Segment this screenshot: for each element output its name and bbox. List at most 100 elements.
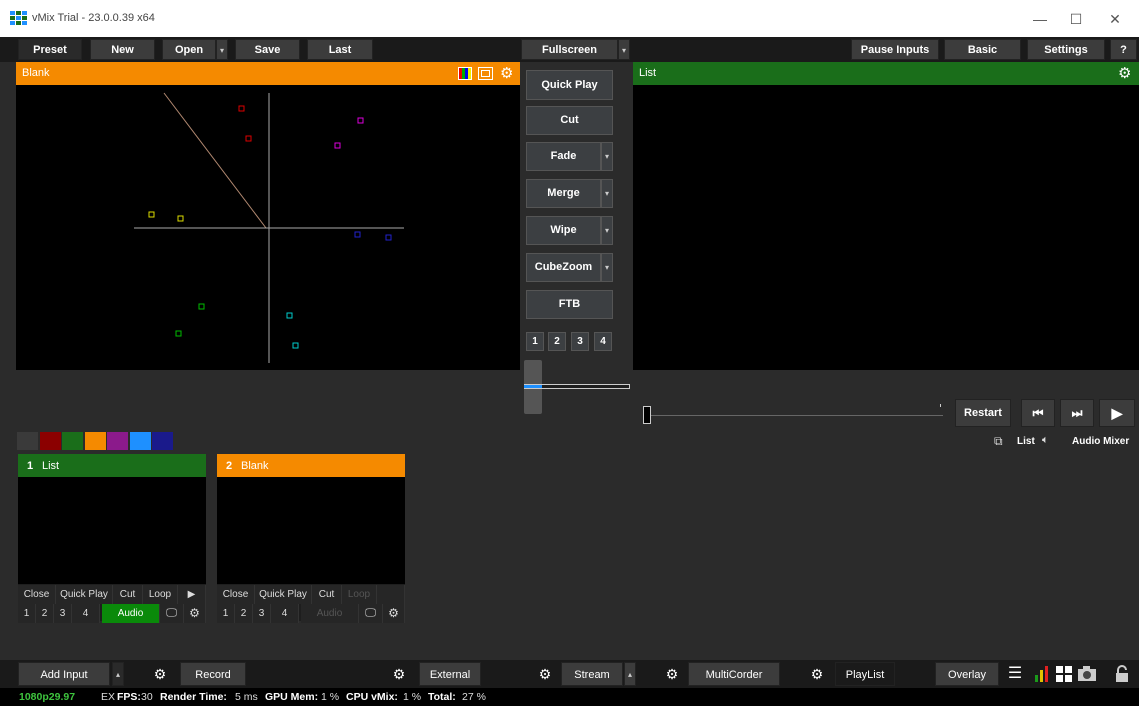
minimize-button[interactable]: — bbox=[1025, 8, 1055, 30]
help-button[interactable]: ? bbox=[1110, 39, 1137, 60]
external-gear-icon[interactable]: ⚙ bbox=[386, 662, 412, 686]
seek-track[interactable] bbox=[645, 415, 943, 416]
overlay-2-button[interactable]: 2 bbox=[235, 604, 253, 623]
wipe-button[interactable]: Wipe bbox=[526, 216, 601, 245]
stream-button[interactable]: Stream bbox=[561, 662, 623, 686]
fullscreen-dropdown-icon[interactable]: ▾ bbox=[618, 39, 630, 60]
preset-button[interactable]: Preset bbox=[18, 39, 82, 60]
add-input-button[interactable]: Add Input bbox=[18, 662, 110, 686]
seek-handle[interactable] bbox=[643, 406, 651, 424]
program-gear-icon[interactable]: ⚙ bbox=[1118, 64, 1131, 82]
input-quick-play-button[interactable]: Quick Play bbox=[56, 585, 113, 604]
wipe-dropdown-icon[interactable]: ▾ bbox=[601, 216, 613, 245]
overlay-1-button[interactable]: 1 bbox=[18, 604, 36, 623]
cubezoom-button[interactable]: CubeZoom bbox=[526, 253, 601, 282]
open-dropdown-icon[interactable]: ▾ bbox=[216, 39, 228, 60]
next-icon[interactable]: ⏭ bbox=[1060, 399, 1094, 427]
color-tab[interactable] bbox=[17, 432, 38, 450]
external-button[interactable]: External bbox=[419, 662, 481, 686]
settings-button[interactable]: Settings bbox=[1027, 39, 1105, 60]
save-button[interactable]: Save bbox=[235, 39, 300, 60]
fade-button[interactable]: Fade bbox=[526, 142, 601, 171]
record-gear-icon[interactable]: ⚙ bbox=[147, 662, 173, 686]
total-value: 27 % bbox=[462, 691, 486, 703]
overlay-4-button[interactable]: 4 bbox=[72, 604, 100, 623]
record-button[interactable]: Record bbox=[180, 662, 246, 686]
monitor-icon[interactable]: 🖵︎ bbox=[160, 604, 184, 623]
playlist-gear-icon[interactable]: ⚙ bbox=[804, 662, 830, 686]
fade-dropdown-icon[interactable]: ▾ bbox=[601, 142, 613, 171]
pause-inputs-button[interactable]: Pause Inputs bbox=[851, 39, 939, 60]
multicorder-gear-icon[interactable]: ⚙ bbox=[659, 662, 685, 686]
cubezoom-dropdown-icon[interactable]: ▾ bbox=[601, 253, 613, 282]
merge-button[interactable]: Merge bbox=[526, 179, 601, 208]
menu-icon[interactable]: ☰ bbox=[1002, 662, 1028, 686]
restart-button[interactable]: Restart bbox=[955, 399, 1011, 427]
overlay-3-button[interactable]: 3 bbox=[253, 604, 271, 623]
color-tab[interactable] bbox=[152, 432, 173, 450]
transition-1-button[interactable]: 1 bbox=[526, 332, 544, 351]
add-input-dropdown-icon[interactable]: ▴ bbox=[112, 662, 124, 686]
overlay-button[interactable]: Overlay bbox=[935, 662, 999, 686]
input-thumbnail[interactable] bbox=[217, 477, 405, 584]
fullscreen-button[interactable]: Fullscreen bbox=[521, 39, 618, 60]
overlay-2-button[interactable]: 2 bbox=[36, 604, 54, 623]
monitor-icon[interactable]: 🖵︎ bbox=[359, 604, 383, 623]
previous-icon[interactable]: ⏮ bbox=[1021, 399, 1055, 427]
input-cut-button[interactable]: Cut bbox=[312, 585, 342, 604]
list-link[interactable]: List bbox=[1017, 436, 1035, 447]
safe-area-icon[interactable] bbox=[478, 67, 493, 80]
overlay-1-button[interactable]: 1 bbox=[217, 604, 235, 623]
stream-dropdown-icon[interactable]: ▴ bbox=[624, 662, 636, 686]
input-header[interactable]: 1 List bbox=[18, 454, 206, 477]
transition-3-button[interactable]: 3 bbox=[571, 332, 589, 351]
audio-mixer-link[interactable]: Audio Mixer bbox=[1072, 436, 1129, 447]
camera-icon[interactable] bbox=[1078, 666, 1096, 682]
transition-4-button[interactable]: 4 bbox=[594, 332, 612, 351]
input-close-button[interactable]: Close bbox=[217, 585, 255, 604]
transition-2-button[interactable]: 2 bbox=[548, 332, 566, 351]
color-tab[interactable] bbox=[39, 432, 61, 450]
ftb-button[interactable]: FTB bbox=[526, 290, 613, 319]
last-button[interactable]: Last bbox=[307, 39, 373, 60]
list-icon[interactable]: ⧉ bbox=[994, 434, 1003, 449]
new-button[interactable]: New bbox=[90, 39, 155, 60]
quick-play-button[interactable]: Quick Play bbox=[526, 70, 613, 100]
maximize-button[interactable]: ☐ bbox=[1061, 8, 1091, 30]
lock-icon[interactable] bbox=[1115, 665, 1129, 682]
input-loop-button[interactable]: Loop bbox=[143, 585, 178, 604]
input-gear-icon[interactable]: ⚙ bbox=[383, 604, 405, 623]
cut-button[interactable]: Cut bbox=[526, 106, 613, 135]
color-tab[interactable] bbox=[62, 432, 83, 450]
speaker-icon[interactable]: 🔈︎ bbox=[1042, 434, 1049, 447]
input-cut-button[interactable]: Cut bbox=[113, 585, 143, 604]
input-audio-button[interactable]: Audio bbox=[301, 604, 359, 623]
multiview-grid-icon[interactable] bbox=[1056, 666, 1072, 682]
input-thumbnail[interactable] bbox=[18, 477, 206, 584]
audio-levels-icon[interactable] bbox=[1034, 666, 1050, 682]
merge-dropdown-icon[interactable]: ▾ bbox=[601, 179, 613, 208]
input-play-icon[interactable]: ▶ bbox=[178, 585, 206, 604]
preview-gear-icon[interactable]: ⚙ bbox=[500, 64, 513, 82]
color-tab[interactable] bbox=[107, 432, 128, 450]
input-audio-button[interactable]: Audio bbox=[102, 604, 160, 623]
play-icon[interactable]: ▶ bbox=[1099, 399, 1135, 427]
input-header[interactable]: 2 Blank bbox=[217, 454, 405, 477]
color-tab[interactable] bbox=[84, 432, 106, 450]
input-loop-button[interactable]: Loop bbox=[342, 585, 377, 604]
basic-button[interactable]: Basic bbox=[944, 39, 1021, 60]
color-tab[interactable] bbox=[129, 432, 151, 450]
input-gear-icon[interactable]: ⚙ bbox=[184, 604, 206, 623]
input-close-button[interactable]: Close bbox=[18, 585, 56, 604]
open-button[interactable]: Open bbox=[162, 39, 216, 60]
overlay-3-button[interactable]: 3 bbox=[54, 604, 72, 623]
input-quick-play-button[interactable]: Quick Play bbox=[255, 585, 312, 604]
playlist-button[interactable]: PlayList bbox=[835, 662, 895, 686]
stream-gear-icon[interactable]: ⚙ bbox=[532, 662, 558, 686]
input-card-blank[interactable]: 2 Blank Close Quick Play Cut Loop 1 2 3 … bbox=[217, 454, 405, 623]
multicorder-button[interactable]: MultiCorder bbox=[688, 662, 780, 686]
overlay-4-button[interactable]: 4 bbox=[271, 604, 299, 623]
close-button[interactable]: ✕ bbox=[1100, 8, 1130, 30]
input-card-list[interactable]: 1 List Close Quick Play Cut Loop ▶ 1 2 3… bbox=[18, 454, 206, 623]
color-bars-icon[interactable] bbox=[458, 67, 472, 80]
